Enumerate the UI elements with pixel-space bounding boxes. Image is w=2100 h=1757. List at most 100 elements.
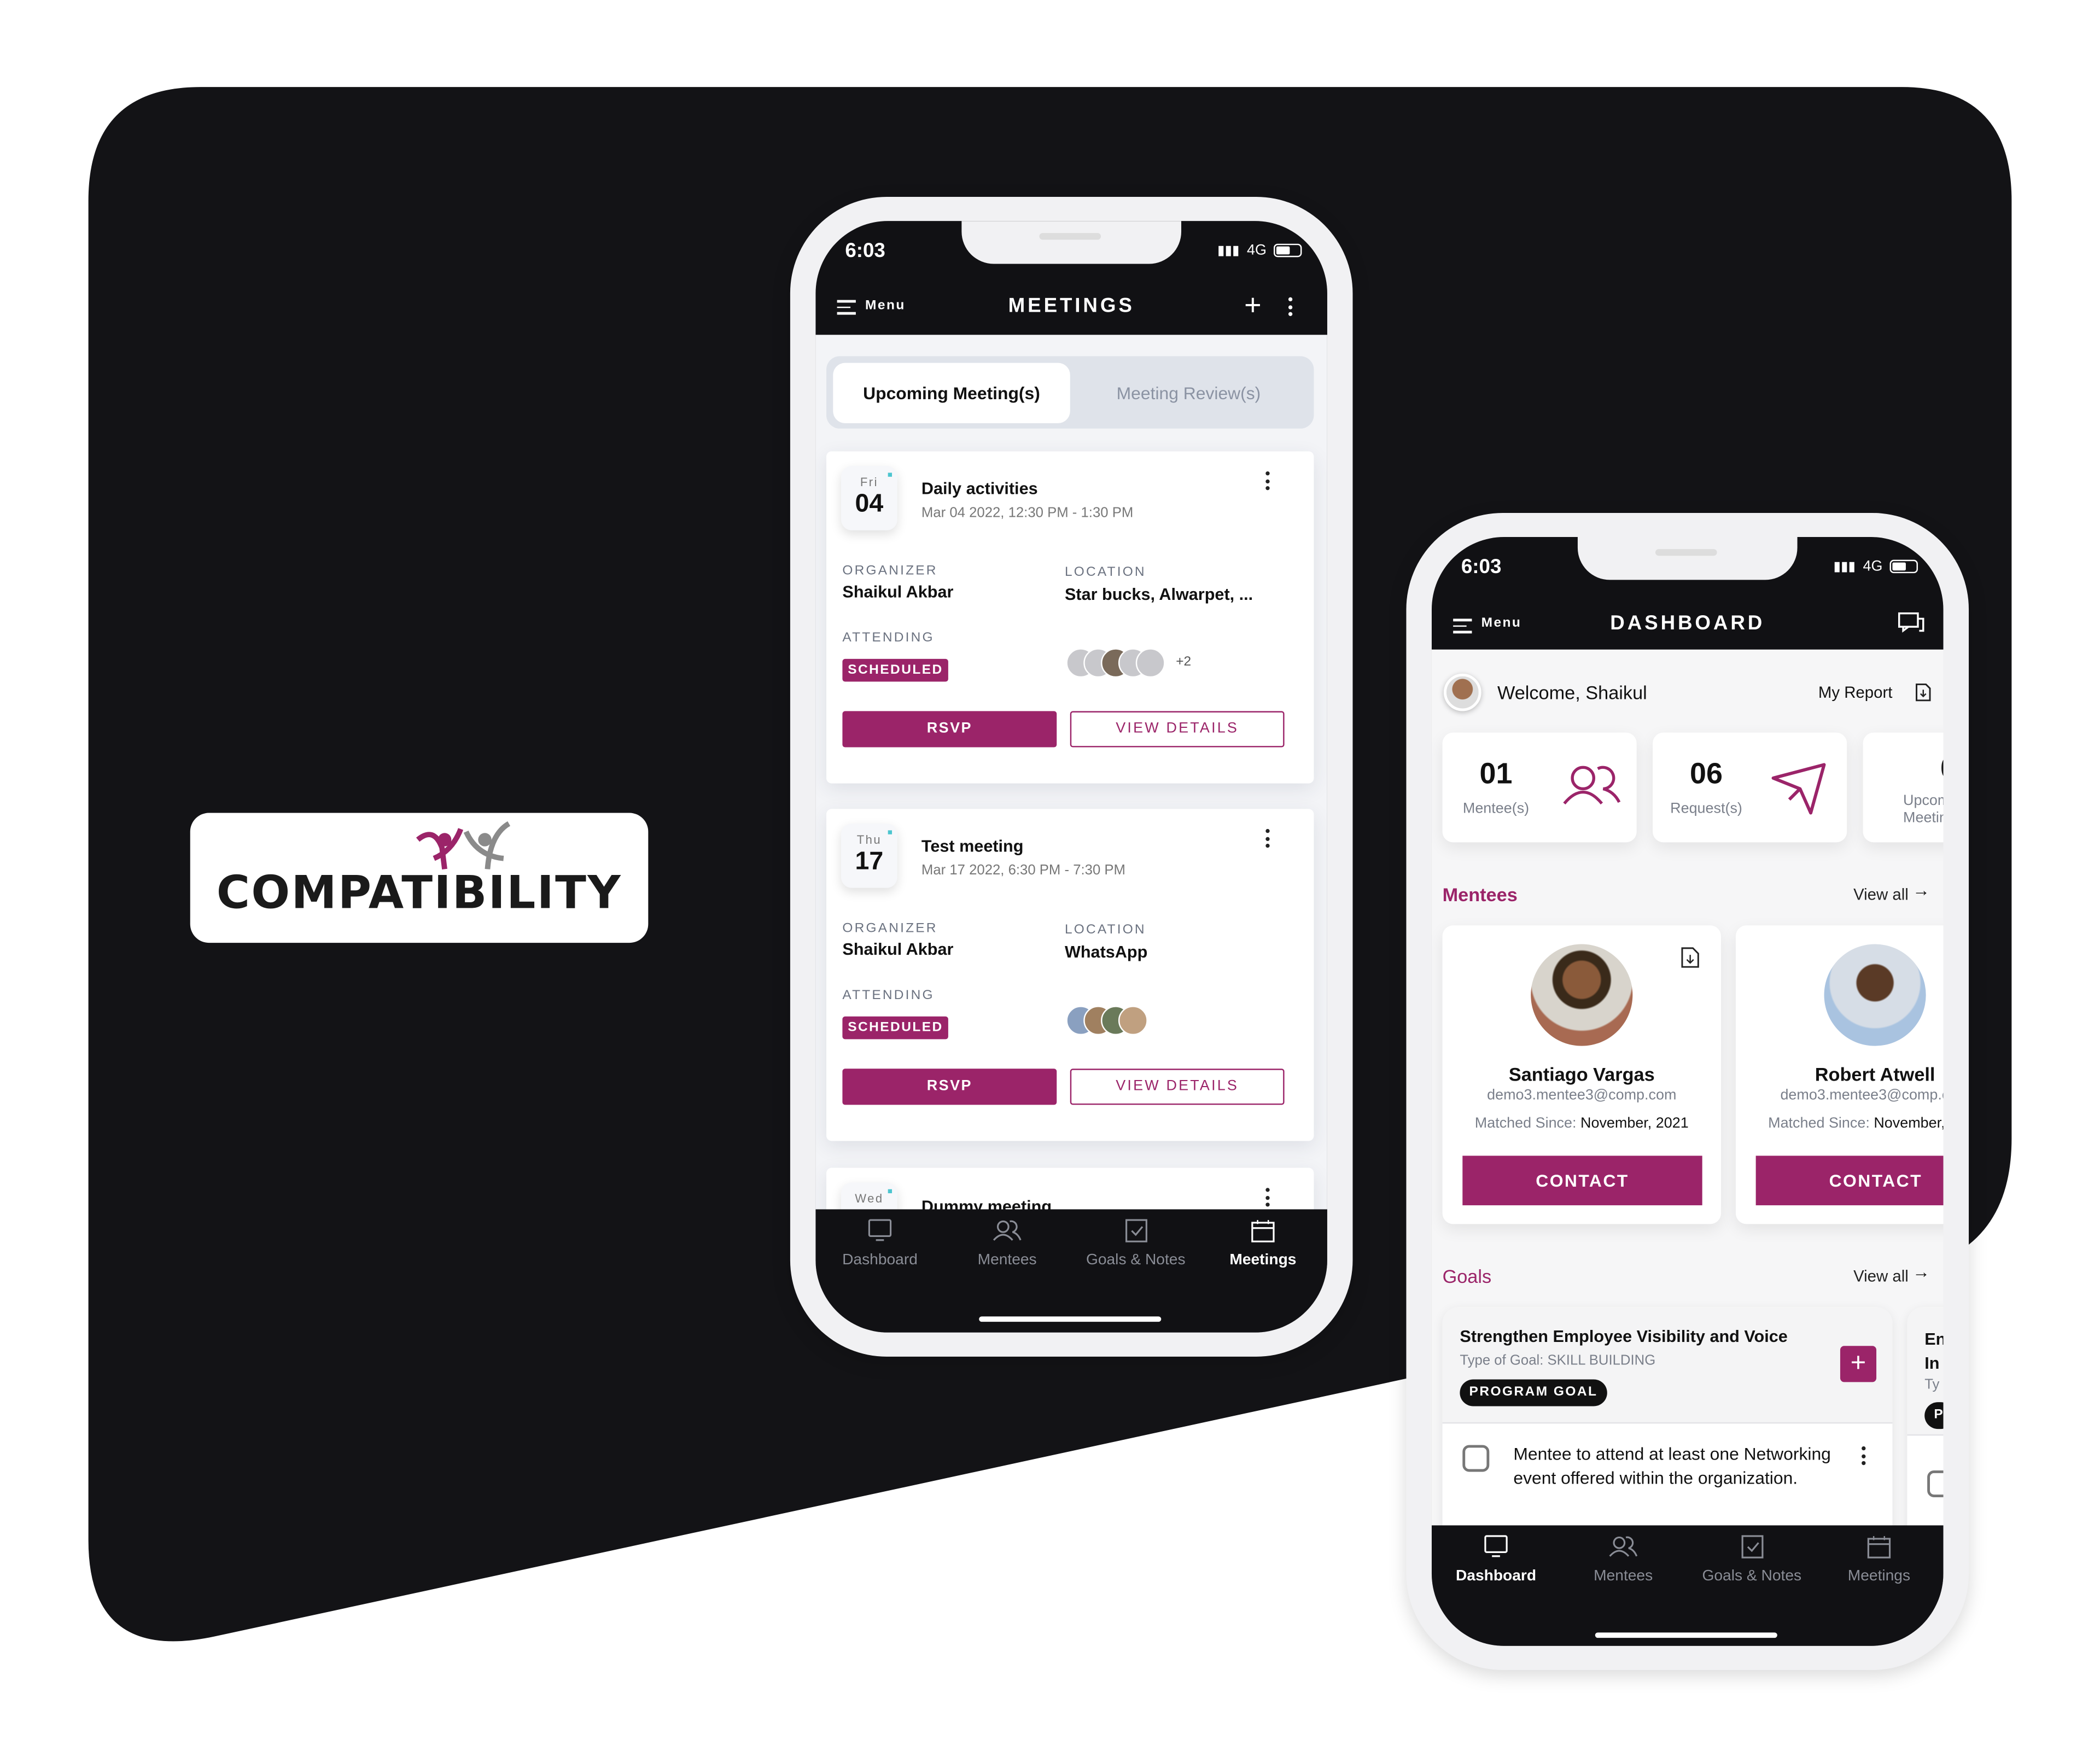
more-icon[interactable] bbox=[1288, 297, 1294, 319]
mentee-avatar bbox=[1531, 944, 1633, 1046]
status-badge: SCHEDULED bbox=[842, 1016, 949, 1040]
dashboard-phone: 6:03 ▮▮▮ 4G Menu DASHBOARD Welcome, Shai… bbox=[1406, 512, 1969, 1670]
meeting-tabs: Upcoming Meeting(s) Meeting Review(s) bbox=[826, 356, 1314, 429]
users-icon bbox=[993, 1220, 1022, 1241]
checkbox-icon bbox=[1741, 1535, 1764, 1558]
monitor-icon bbox=[1484, 1535, 1508, 1557]
more-options-icon[interactable] bbox=[1265, 828, 1271, 851]
organizer-label: ORGANIZER bbox=[842, 921, 938, 936]
meetings-screen: 6:03 ▮▮▮ 4G Menu MEETINGS + Upcoming Mee… bbox=[815, 221, 1327, 1333]
mentee-name: Robert Atwell bbox=[1815, 1063, 1935, 1085]
arrow-right-icon[interactable]: → bbox=[1912, 880, 1930, 900]
arrow-right-icon[interactable]: → bbox=[1912, 1262, 1930, 1282]
goal-card: Strengthen Employee Visibility and Voice… bbox=[1442, 1307, 1893, 1549]
goals-heading: Goals bbox=[1442, 1265, 1492, 1287]
goal-type: Type of Goal: SKILL BUILDING bbox=[1460, 1352, 1656, 1369]
tab-upcoming-meetings[interactable]: Upcoming Meeting(s) bbox=[833, 363, 1070, 423]
date-badge: Fri 04 bbox=[841, 466, 897, 530]
task-more-icon[interactable] bbox=[1862, 1446, 1867, 1468]
goals-view-all[interactable]: View all bbox=[1853, 1267, 1909, 1286]
organizer-label: ORGANIZER bbox=[842, 564, 938, 579]
organizer-value: Shaikul Akbar bbox=[842, 940, 954, 959]
mentee-name: Santiago Vargas bbox=[1508, 1063, 1655, 1085]
home-indicator bbox=[979, 1316, 1162, 1322]
goal-card: En In Ty P bbox=[1907, 1307, 1944, 1549]
contact-button[interactable]: CONTACT bbox=[1755, 1155, 1944, 1206]
contact-button[interactable]: CONTACT bbox=[1462, 1155, 1702, 1206]
task-checkbox[interactable] bbox=[1462, 1445, 1490, 1472]
page-title: DASHBOARD bbox=[1610, 612, 1765, 635]
task-text: Mentee to attend at least one Networking… bbox=[1513, 1444, 1831, 1488]
network-label: 4G bbox=[1247, 242, 1267, 259]
download-icon[interactable] bbox=[1681, 947, 1699, 968]
my-report-link[interactable]: My Report bbox=[1818, 683, 1893, 702]
meeting-card: Thu 17 Test meeting Mar 17 2022, 6:30 PM … bbox=[826, 809, 1314, 1141]
signal-icon: ▮▮▮ bbox=[1833, 559, 1856, 575]
stat-mentees[interactable]: 01 Mentee(s) bbox=[1442, 732, 1637, 843]
mentee-card: Santiago Vargas demo3.mentee3@comp.com M… bbox=[1442, 925, 1721, 1224]
location-label: LOCATION bbox=[1064, 923, 1146, 938]
mentee-email: demo3.mentee3@comp.com bbox=[1780, 1087, 1943, 1104]
nav-goals-notes[interactable]: Goals & Notes bbox=[1071, 1209, 1200, 1268]
tab-meeting-reviews[interactable]: Meeting Review(s) bbox=[1070, 363, 1307, 423]
mentee-avatar bbox=[1824, 944, 1926, 1046]
meeting-datetime: Mar 04 2022, 12:30 PM - 1:30 PM bbox=[921, 505, 1134, 521]
stat-requests[interactable]: 06 Request(s) bbox=[1653, 732, 1847, 843]
nav-dashboard[interactable]: Dashboard bbox=[1432, 1525, 1560, 1584]
meeting-title: Daily activities bbox=[921, 479, 1038, 499]
location-value: Star bucks, Alwarpet, ... bbox=[1064, 585, 1253, 604]
view-details-button[interactable]: VIEW DETAILS bbox=[1070, 711, 1285, 748]
nav-mentees[interactable]: Mentees bbox=[943, 1209, 1071, 1268]
attending-label: ATTENDING bbox=[842, 631, 935, 646]
organizer-value: Shaikul Akbar bbox=[842, 582, 954, 602]
compatibility-logo: COMPATIBILITY bbox=[190, 813, 649, 943]
mentees-view-all[interactable]: View all bbox=[1853, 885, 1909, 904]
users-icon bbox=[1563, 766, 1621, 805]
notch bbox=[1577, 537, 1798, 580]
rsvp-button[interactable]: RSVP bbox=[842, 711, 1057, 748]
chat-icon[interactable] bbox=[1898, 612, 1924, 633]
meeting-datetime: Mar 17 2022, 6:30 PM - 7:30 PM bbox=[921, 862, 1125, 879]
user-avatar[interactable] bbox=[1444, 673, 1481, 711]
nav-goals-notes[interactable]: Goals & Notes bbox=[1688, 1525, 1816, 1584]
nav-dashboard[interactable]: Dashboard bbox=[815, 1209, 944, 1268]
add-task-button[interactable]: + bbox=[1840, 1346, 1877, 1382]
monitor-icon bbox=[868, 1219, 892, 1241]
attending-label: ATTENDING bbox=[842, 988, 935, 1003]
home-indicator bbox=[1595, 1632, 1777, 1638]
goal-title: Strengthen Employee Visibility and Voice bbox=[1460, 1327, 1788, 1346]
more-options-icon[interactable] bbox=[1265, 1188, 1271, 1210]
bottom-nav: Dashboard Mentees Goals & Notes Meetings bbox=[1431, 1525, 1944, 1646]
program-goal-badge: PROGRAM GOAL bbox=[1460, 1379, 1607, 1406]
mentees-heading: Mentees bbox=[1442, 884, 1518, 906]
stat-upcoming-meetings[interactable]: 03 Upcoming Meeting(s) bbox=[1863, 732, 1944, 843]
download-report-icon[interactable] bbox=[1915, 683, 1931, 702]
status-time: 6:03 bbox=[1461, 556, 1502, 579]
battery-icon bbox=[1889, 559, 1918, 574]
location-label: LOCATION bbox=[1064, 565, 1146, 580]
more-options-icon[interactable] bbox=[1265, 471, 1271, 493]
logo-figures-icon bbox=[416, 821, 511, 870]
mentee-email: demo3.mentee3@comp.com bbox=[1487, 1087, 1677, 1104]
goal-title: En In bbox=[1924, 1329, 1943, 1373]
goal-type: Ty bbox=[1924, 1376, 1940, 1393]
send-icon bbox=[1771, 763, 1826, 815]
nav-meetings[interactable]: Meetings bbox=[1199, 1209, 1327, 1268]
calendar-icon bbox=[1867, 1536, 1891, 1558]
status-badge: SCHEDULED bbox=[842, 658, 949, 682]
checkbox-icon bbox=[1125, 1219, 1147, 1242]
task-checkbox[interactable] bbox=[1927, 1470, 1944, 1497]
meetings-content: Upcoming Meeting(s) Meeting Review(s) Fr… bbox=[815, 335, 1327, 1333]
nav-meetings[interactable]: Meetings bbox=[1815, 1525, 1943, 1584]
rsvp-button[interactable]: RSVP bbox=[842, 1069, 1057, 1105]
meeting-card: Fri 04 Daily activities Mar 04 2022, 12:3… bbox=[826, 451, 1314, 784]
view-details-button[interactable]: VIEW DETAILS bbox=[1070, 1069, 1285, 1105]
meetings-phone: 6:03 ▮▮▮ 4G Menu MEETINGS + Upcoming Mee… bbox=[790, 197, 1353, 1357]
extra-attendees-count: +2 bbox=[1176, 655, 1192, 670]
nav-mentees[interactable]: Mentees bbox=[1559, 1525, 1688, 1584]
notch bbox=[961, 221, 1182, 264]
add-icon[interactable]: + bbox=[1244, 290, 1261, 320]
dashboard-screen: 6:03 ▮▮▮ 4G Menu DASHBOARD Welcome, Shai… bbox=[1431, 537, 1944, 1646]
bottom-nav: Dashboard Mentees Goals & Notes Meetings bbox=[815, 1209, 1327, 1333]
users-icon bbox=[1609, 1536, 1638, 1557]
